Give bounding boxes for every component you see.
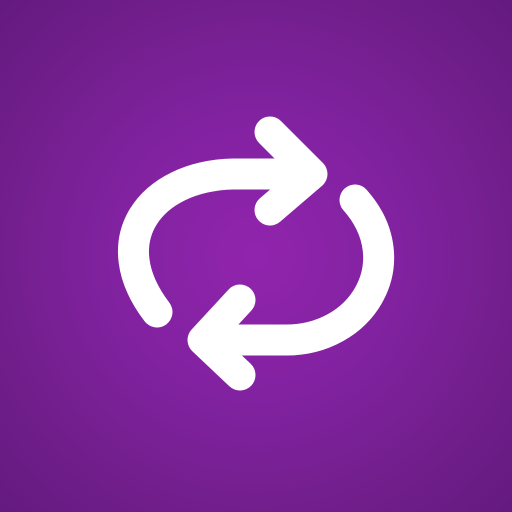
repeat-icon bbox=[118, 116, 395, 391]
app-icon-tile[interactable] bbox=[0, 0, 512, 512]
